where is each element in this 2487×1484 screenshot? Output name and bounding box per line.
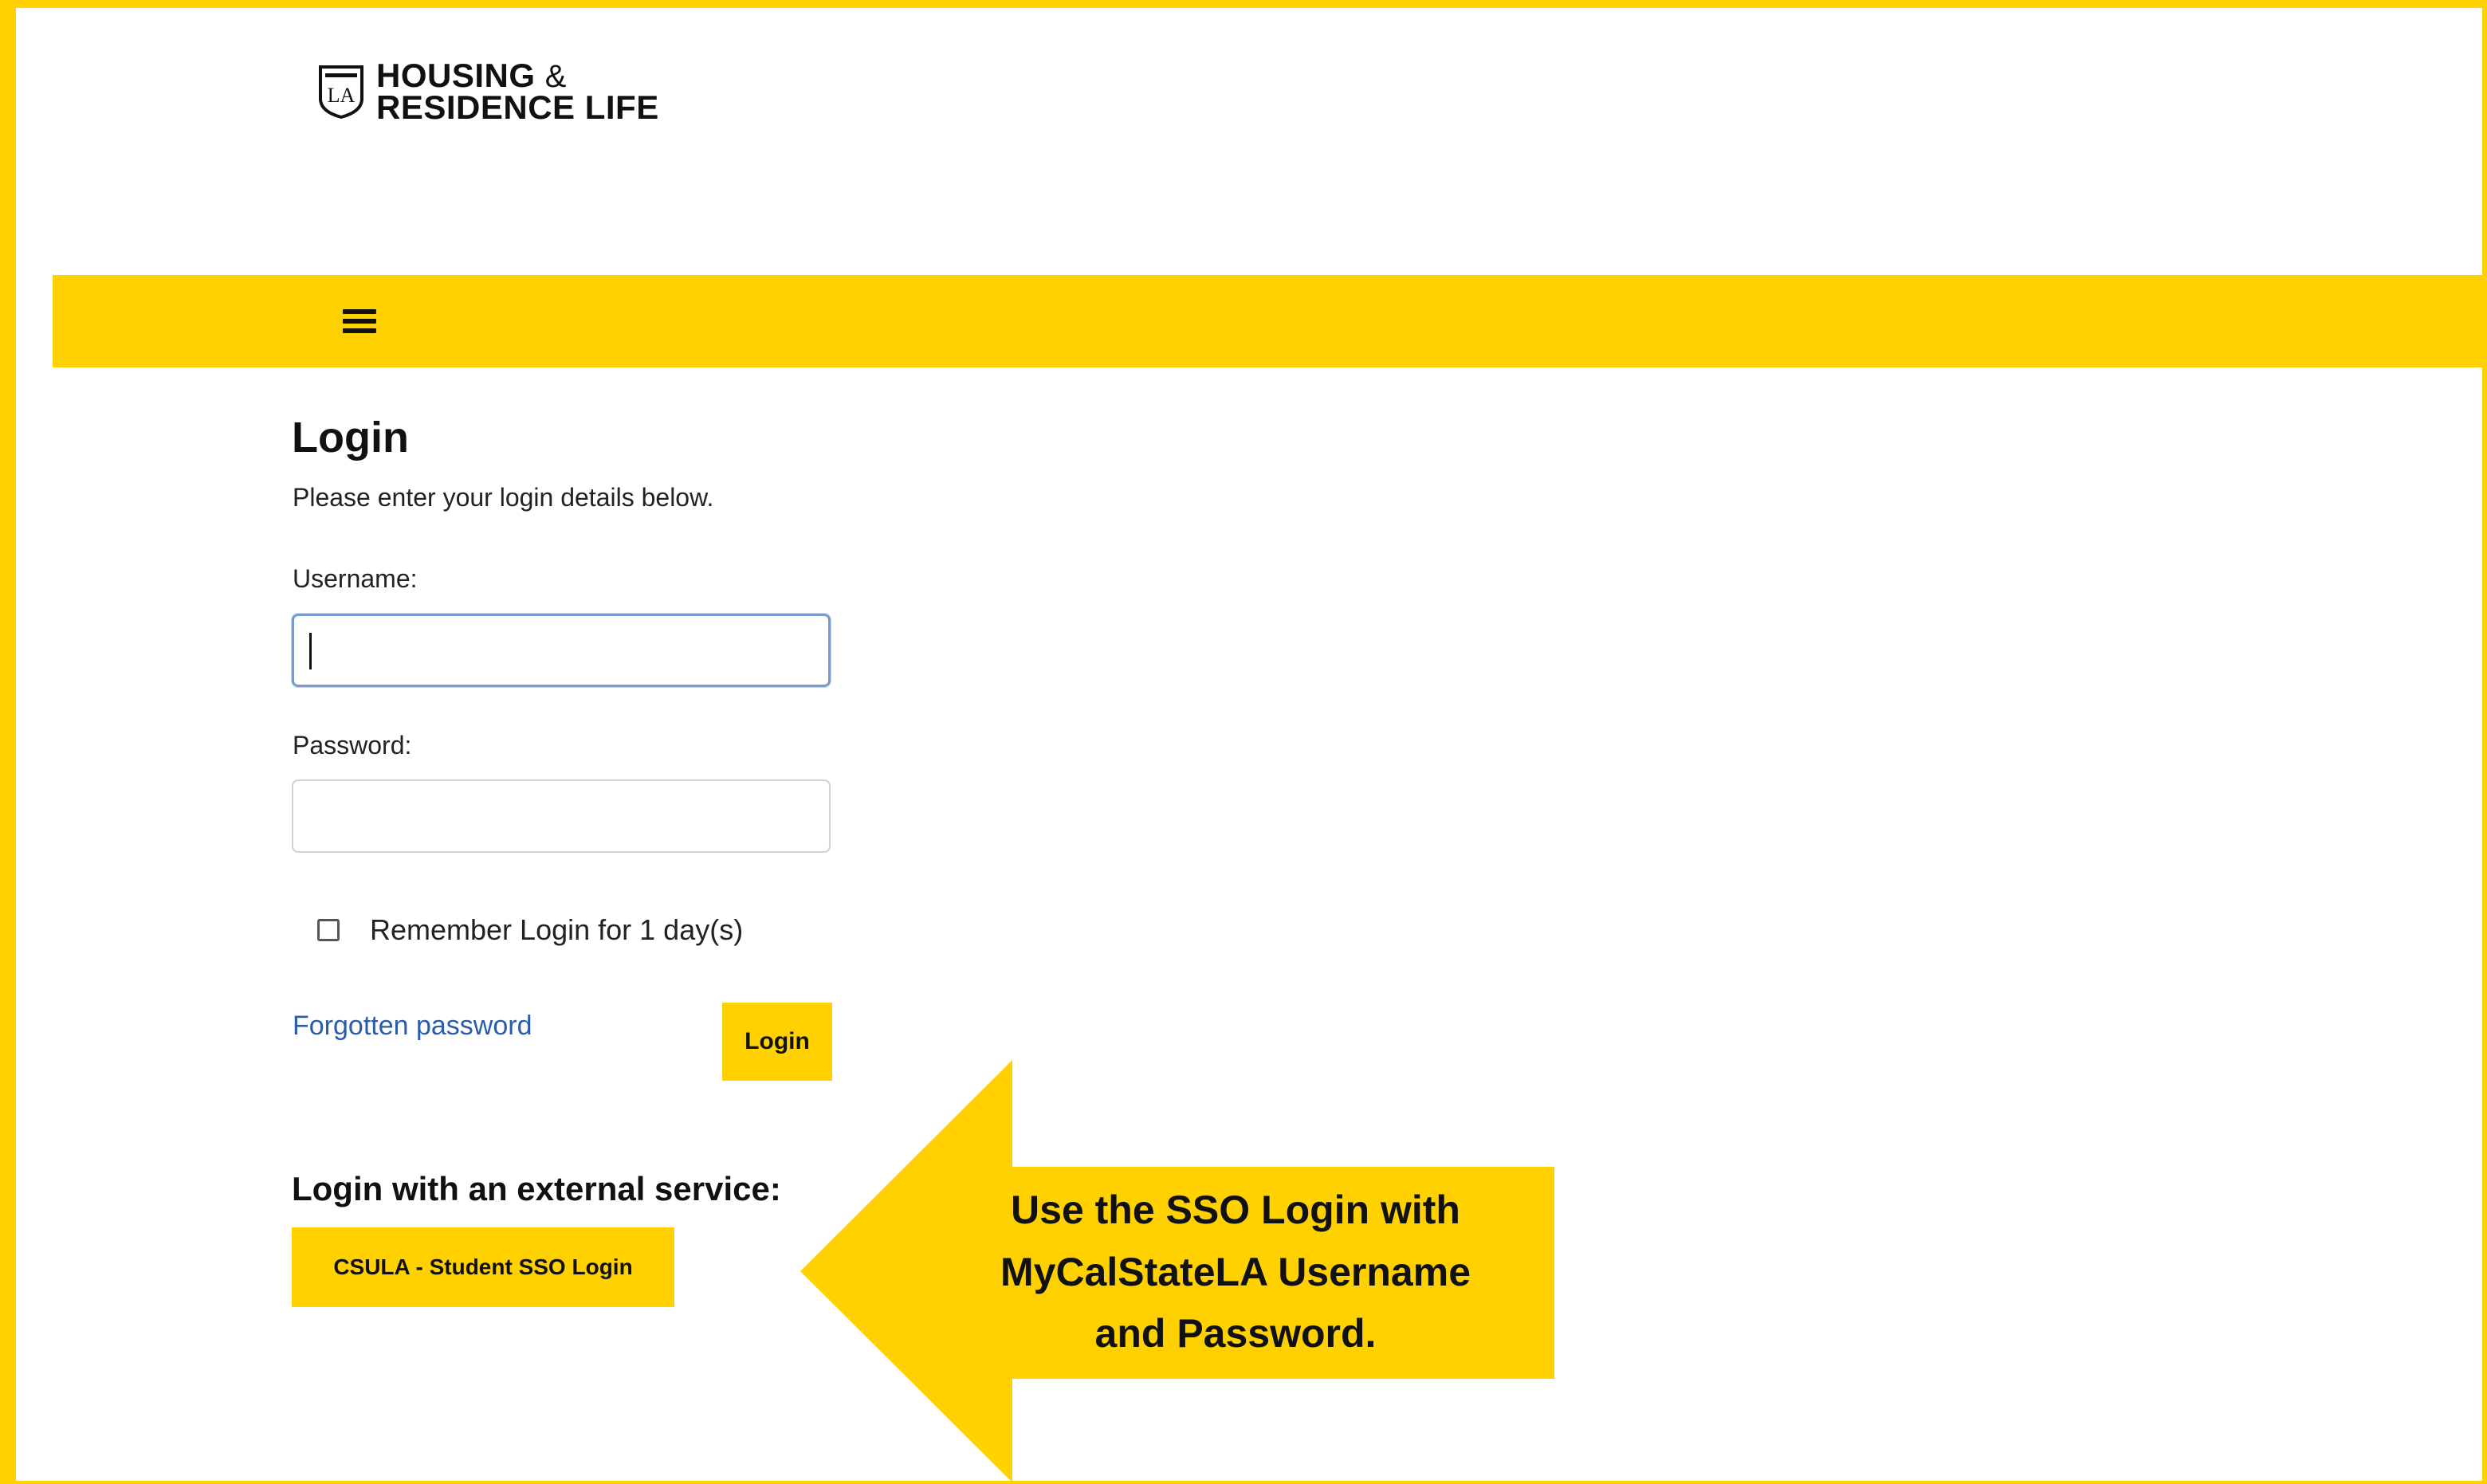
- remember-login-checkbox[interactable]: [317, 919, 340, 941]
- username-input[interactable]: [292, 614, 831, 687]
- page-title: Login: [292, 414, 409, 461]
- logo-wordmark: HOUSING & RESIDENCE LIFE: [376, 58, 659, 127]
- sso-login-button[interactable]: CSULA - Student SSO Login: [292, 1227, 674, 1307]
- svg-text:LA: LA: [328, 84, 356, 107]
- callout-text: Use the SSO Login with MyCalStateLA User…: [941, 1180, 1530, 1365]
- password-label: Password:: [293, 731, 412, 760]
- remember-login-label: Remember Login for 1 day(s): [370, 913, 744, 946]
- external-service-heading: Login with an external service:: [292, 1170, 781, 1207]
- logo-line2: RESIDENCE LIFE: [376, 88, 659, 127]
- hamburger-menu-icon[interactable]: [343, 309, 376, 333]
- remember-login-row[interactable]: Remember Login for 1 day(s): [317, 913, 743, 947]
- login-instructions: Please enter your login details below.: [293, 483, 714, 512]
- forgotten-password-link[interactable]: Forgotten password: [293, 1011, 532, 1042]
- la-shield-icon: LA: [319, 65, 363, 120]
- text-caret: [309, 633, 312, 669]
- top-navbar: [53, 275, 2482, 367]
- callout-line3: and Password.: [1094, 1311, 1377, 1356]
- callout-line1: Use the SSO Login with: [1011, 1188, 1460, 1232]
- username-label: Username:: [293, 564, 418, 593]
- callout-line2: MyCalStateLA Username: [1000, 1249, 1471, 1294]
- password-input[interactable]: [292, 779, 831, 853]
- housing-logo[interactable]: LA HOUSING & RESIDENCE LIFE: [317, 56, 659, 128]
